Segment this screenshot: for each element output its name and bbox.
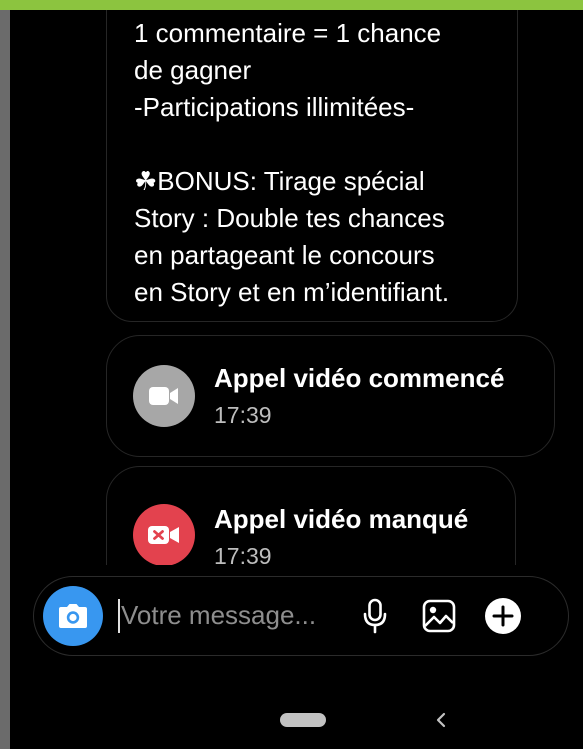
home-pill-icon[interactable] bbox=[280, 713, 326, 727]
call-event-started[interactable]: Appel vidéo commencé 17:39 bbox=[106, 335, 555, 457]
microphone-icon bbox=[363, 598, 387, 634]
image-icon bbox=[422, 599, 456, 633]
call-time: 17:39 bbox=[214, 543, 272, 565]
camera-icon bbox=[59, 604, 87, 628]
call-title: Appel vidéo manqué bbox=[214, 504, 469, 534]
message-input[interactable] bbox=[121, 595, 351, 635]
gallery-button[interactable] bbox=[420, 597, 458, 635]
video-camera-icon bbox=[133, 365, 195, 427]
plus-icon bbox=[485, 598, 521, 634]
back-chevron-icon[interactable] bbox=[433, 711, 449, 729]
more-options-button[interactable] bbox=[484, 597, 522, 635]
microphone-button[interactable] bbox=[356, 597, 394, 635]
text-cursor bbox=[118, 599, 120, 633]
message-text: 1 commentaire = 1 chance de gagner -Part… bbox=[134, 18, 450, 307]
call-time: 17:39 bbox=[214, 402, 272, 428]
video-missed-icon bbox=[133, 504, 195, 565]
message-composer bbox=[33, 576, 569, 656]
camera-button[interactable] bbox=[43, 586, 103, 646]
screen-edge bbox=[0, 10, 10, 749]
call-event-missed[interactable]: Appel vidéo manqué 17:39 bbox=[106, 466, 516, 565]
call-title: Appel vidéo commencé bbox=[214, 363, 505, 393]
status-bar-strip bbox=[0, 0, 583, 10]
message-thread[interactable]: 1 commentaire = 1 chance de gagner -Part… bbox=[10, 10, 583, 565]
